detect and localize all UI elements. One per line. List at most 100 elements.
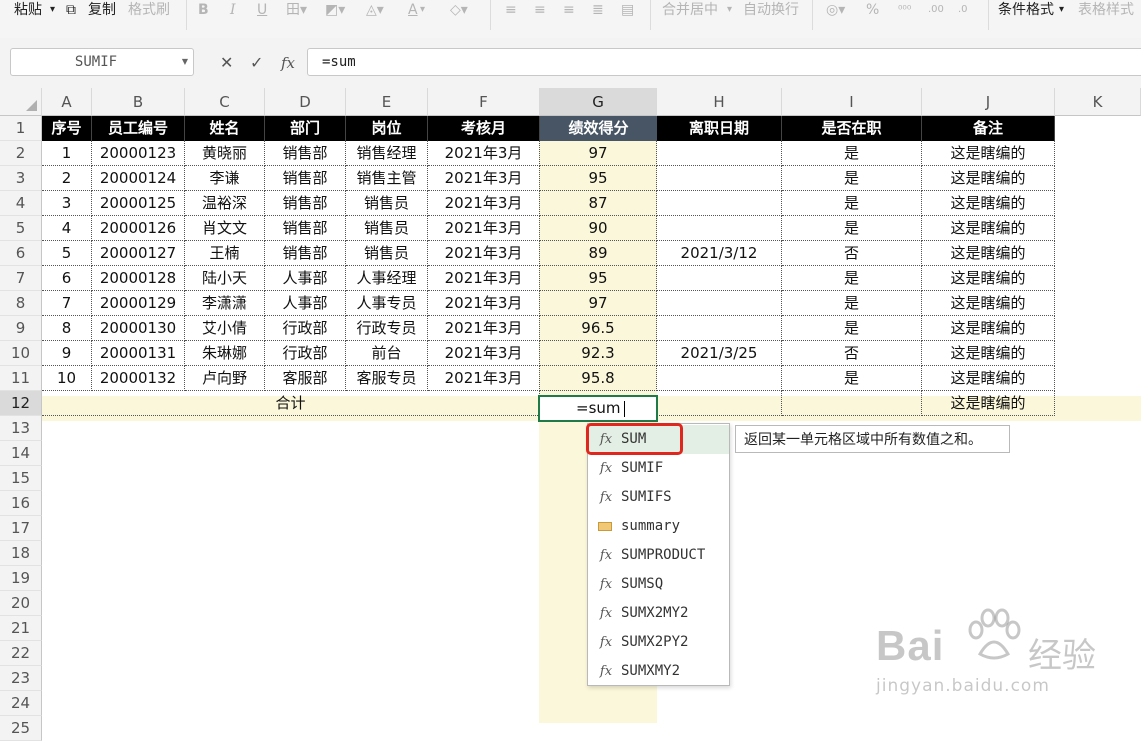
- justify-icon[interactable]: ≣: [592, 0, 604, 20]
- table-cell[interactable]: 20000128: [92, 266, 185, 291]
- table-cell[interactable]: 陆小天: [185, 266, 265, 291]
- conditional-format-button[interactable]: 条件格式: [998, 0, 1054, 20]
- table-cell[interactable]: 人事经理: [346, 266, 428, 291]
- table-cell[interactable]: [657, 391, 782, 416]
- autocomplete-item[interactable]: fx SUMPRODUCT: [589, 541, 729, 570]
- table-cell[interactable]: 温裕深: [185, 191, 265, 216]
- row-header-15[interactable]: 15: [0, 466, 42, 491]
- copy-button[interactable]: 复制: [88, 0, 116, 20]
- table-cell[interactable]: 是: [782, 166, 922, 191]
- table-header-cell[interactable]: 员工编号: [92, 116, 185, 141]
- table-cell[interactable]: 销售部: [265, 241, 346, 266]
- name-box-dropdown-icon[interactable]: ▼: [182, 49, 188, 75]
- table-cell[interactable]: 黄晓丽: [185, 141, 265, 166]
- autocomplete-item[interactable]: fx SUMXMY2: [589, 657, 729, 686]
- table-cell[interactable]: 这是瞎编的: [922, 216, 1055, 241]
- table-cell[interactable]: 2021年3月: [428, 141, 540, 166]
- font-color-dropdown-icon[interactable]: ▾: [420, 0, 425, 20]
- table-cell[interactable]: 这是瞎编的: [922, 241, 1055, 266]
- total-note-cell[interactable]: 这是瞎编的: [922, 391, 1055, 416]
- column-header-J[interactable]: J: [922, 88, 1055, 116]
- border-icon[interactable]: 田▾: [286, 0, 307, 20]
- table-header-cell[interactable]: 是否在职: [782, 116, 922, 141]
- row-header-2[interactable]: 2: [0, 141, 42, 166]
- table-cell[interactable]: 是: [782, 191, 922, 216]
- table-cell[interactable]: [782, 391, 922, 416]
- table-cell[interactable]: 这是瞎编的: [922, 141, 1055, 166]
- formula-input[interactable]: =sum: [307, 48, 1141, 76]
- currency-icon[interactable]: ◎▾: [826, 0, 845, 20]
- column-header-C[interactable]: C: [185, 88, 265, 116]
- row-header-21[interactable]: 21: [0, 616, 42, 641]
- row-header-19[interactable]: 19: [0, 566, 42, 591]
- table-style-button[interactable]: 表格样式: [1078, 0, 1134, 20]
- table-cell[interactable]: 艾小倩: [185, 316, 265, 341]
- row-header-14[interactable]: 14: [0, 441, 42, 466]
- decrease-decimal-icon[interactable]: .0: [958, 0, 968, 20]
- table-cell[interactable]: 销售主管: [346, 166, 428, 191]
- table-cell[interactable]: 2021年3月: [428, 316, 540, 341]
- table-cell[interactable]: 2021年3月: [428, 266, 540, 291]
- table-cell[interactable]: 3: [42, 191, 92, 216]
- column-header-H[interactable]: H: [657, 88, 782, 116]
- row-header-20[interactable]: 20: [0, 591, 42, 616]
- table-cell[interactable]: 人事部: [265, 266, 346, 291]
- column-header-F[interactable]: F: [428, 88, 540, 116]
- row-header-6[interactable]: 6: [0, 241, 42, 266]
- table-header-cell[interactable]: 姓名: [185, 116, 265, 141]
- active-cell-editor[interactable]: =sum: [538, 395, 658, 422]
- column-header-B[interactable]: B: [92, 88, 185, 116]
- table-cell[interactable]: 95: [540, 166, 657, 191]
- table-cell[interactable]: 是: [782, 216, 922, 241]
- merge-center-button[interactable]: 合并居中: [662, 0, 718, 20]
- table-cell[interactable]: 96.5: [540, 316, 657, 341]
- table-cell[interactable]: 销售经理: [346, 141, 428, 166]
- table-cell[interactable]: 89: [540, 241, 657, 266]
- align-left-icon[interactable]: ≡: [505, 0, 517, 20]
- distribute-icon[interactable]: ▤: [621, 0, 634, 20]
- table-cell[interactable]: 是: [782, 316, 922, 341]
- column-header-I[interactable]: I: [782, 88, 922, 116]
- italic-button[interactable]: I: [230, 0, 236, 20]
- table-cell[interactable]: [657, 291, 782, 316]
- row-header-22[interactable]: 22: [0, 641, 42, 666]
- table-cell[interactable]: 销售员: [346, 216, 428, 241]
- table-cell[interactable]: 这是瞎编的: [922, 291, 1055, 316]
- merge-dropdown-icon[interactable]: ▾: [727, 0, 732, 20]
- table-cell[interactable]: 2021年3月: [428, 241, 540, 266]
- table-cell[interactable]: 1: [42, 141, 92, 166]
- row-header-10[interactable]: 10: [0, 341, 42, 366]
- table-header-cell[interactable]: 离职日期: [657, 116, 782, 141]
- table-cell[interactable]: 9: [42, 341, 92, 366]
- row-header-13[interactable]: 13: [0, 416, 42, 441]
- table-cell[interactable]: 2: [42, 166, 92, 191]
- cancel-icon[interactable]: ✕: [220, 52, 233, 74]
- table-cell[interactable]: 95.8: [540, 366, 657, 391]
- table-cell[interactable]: 这是瞎编的: [922, 366, 1055, 391]
- table-cell[interactable]: 是: [782, 266, 922, 291]
- table-cell[interactable]: 97: [540, 141, 657, 166]
- table-cell[interactable]: 李潇潇: [185, 291, 265, 316]
- font-color-button[interactable]: A: [408, 0, 418, 20]
- table-cell[interactable]: 4: [42, 216, 92, 241]
- percent-button[interactable]: %: [866, 0, 879, 20]
- table-cell[interactable]: 92.3: [540, 341, 657, 366]
- table-header-cell[interactable]: 序号: [42, 116, 92, 141]
- name-box[interactable]: SUMIF ▼: [10, 48, 194, 76]
- table-cell[interactable]: 销售员: [346, 241, 428, 266]
- row-header-8[interactable]: 8: [0, 291, 42, 316]
- table-cell[interactable]: 李谦: [185, 166, 265, 191]
- column-header-G[interactable]: G: [540, 88, 657, 116]
- copy-icon[interactable]: ⧉: [66, 0, 76, 20]
- table-cell[interactable]: 87: [540, 191, 657, 216]
- table-cell[interactable]: 客服专员: [346, 366, 428, 391]
- paste-button[interactable]: 粘贴: [14, 0, 42, 20]
- row-header-9[interactable]: 9: [0, 316, 42, 341]
- row-header-11[interactable]: 11: [0, 366, 42, 391]
- column-header-K[interactable]: K: [1055, 88, 1141, 116]
- table-cell[interactable]: 20000130: [92, 316, 185, 341]
- paste-dropdown-icon[interactable]: ▾: [50, 0, 55, 20]
- table-cell[interactable]: 7: [42, 291, 92, 316]
- table-cell[interactable]: [657, 216, 782, 241]
- table-header-cell[interactable]: 备注: [922, 116, 1055, 141]
